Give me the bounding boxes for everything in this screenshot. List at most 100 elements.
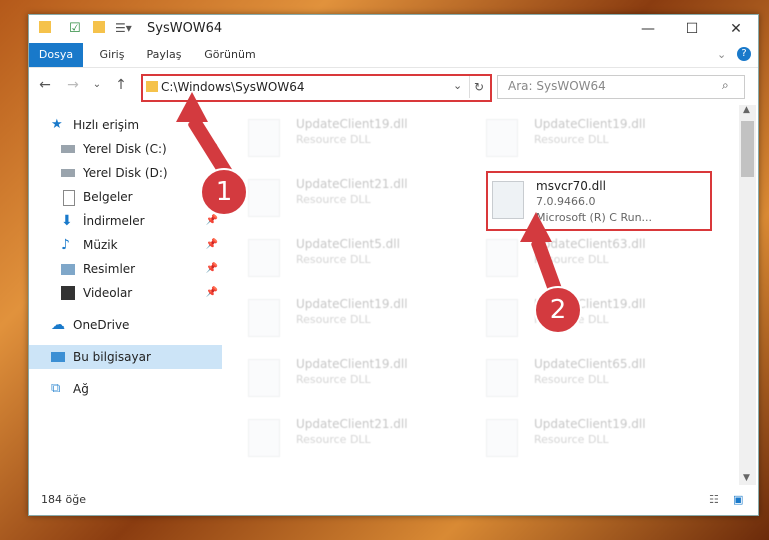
nav-label: Hızlı erişim bbox=[73, 118, 140, 132]
close-button[interactable]: ✕ bbox=[714, 15, 758, 43]
arrow-2-head bbox=[520, 212, 552, 242]
tab-file[interactable]: Dosya bbox=[29, 43, 83, 67]
scroll-down-icon[interactable]: ▼ bbox=[743, 473, 750, 483]
pin-icon[interactable]: 📌 bbox=[206, 233, 218, 257]
nav-onedrive[interactable]: ☁ OneDrive bbox=[29, 313, 222, 337]
file-name: msvcr70.dll bbox=[536, 179, 606, 193]
file-description: Resource DLL bbox=[296, 313, 371, 326]
dll-file-icon bbox=[248, 119, 280, 157]
file-description: Resource DLL bbox=[534, 433, 609, 446]
dll-file-icon bbox=[248, 419, 280, 457]
file-version: 7.0.9466.0 bbox=[536, 195, 596, 208]
details-view-icon[interactable]: ☷ bbox=[709, 493, 719, 506]
file-list: UpdateClient19.dll Resource DLL UpdateCl… bbox=[222, 105, 739, 485]
pictures-icon bbox=[61, 264, 75, 275]
pin-icon[interactable]: 📌 bbox=[206, 257, 218, 281]
title-bar: ☑ ☰▾ SysWOW64 — ☐ ✕ bbox=[29, 15, 758, 43]
file-name: UpdateClient19.dll bbox=[534, 417, 646, 431]
file-description: Resource DLL bbox=[296, 253, 371, 266]
forward-button[interactable]: → bbox=[63, 75, 83, 95]
file-item[interactable]: UpdateClient5.dll Resource DLL bbox=[222, 231, 452, 287]
dll-file-icon bbox=[248, 179, 280, 217]
file-name: UpdateClient19.dll bbox=[296, 117, 408, 131]
scrollbar-thumb[interactable] bbox=[741, 121, 754, 177]
search-box[interactable]: Ara: SysWOW64 ⌕ bbox=[497, 75, 745, 99]
folder-icon bbox=[146, 81, 158, 92]
file-item[interactable]: UpdateClient63.dll Resource DLL bbox=[460, 231, 690, 287]
file-name: UpdateClient19.dll bbox=[534, 117, 646, 131]
scroll-up-icon[interactable]: ▲ bbox=[743, 105, 750, 115]
maximize-button[interactable]: ☐ bbox=[670, 15, 714, 43]
nav-downloads[interactable]: ⬇ İndirmeler 📌 bbox=[29, 209, 222, 233]
nav-this-pc[interactable]: Bu bilgisayar bbox=[29, 345, 222, 369]
nav-label: Yerel Disk (C:) bbox=[83, 142, 167, 156]
file-name: UpdateClient19.dll bbox=[296, 357, 408, 371]
file-description: Resource DLL bbox=[296, 433, 371, 446]
nav-local-disk-d[interactable]: Yerel Disk (D:) bbox=[29, 161, 222, 185]
dll-file-icon bbox=[486, 239, 518, 277]
ribbon-expand-icon[interactable]: ⌄ bbox=[717, 48, 726, 61]
step-badge-2: 2 bbox=[534, 286, 582, 334]
nav-label: OneDrive bbox=[73, 318, 130, 332]
dll-file-icon bbox=[486, 119, 518, 157]
file-item[interactable]: UpdateClient19.dll Resource DLL bbox=[222, 351, 452, 407]
computer-icon bbox=[51, 352, 65, 362]
nav-label: Müzik bbox=[83, 238, 118, 252]
nav-label: Resimler bbox=[83, 262, 136, 276]
file-item[interactable]: UpdateClient21.dll Resource DLL bbox=[222, 411, 452, 467]
network-icon: ⧉ bbox=[51, 381, 61, 396]
nav-network[interactable]: ⧉ Ağ bbox=[29, 377, 222, 401]
dll-file-icon bbox=[486, 419, 518, 457]
drive-icon bbox=[61, 169, 75, 177]
nav-pictures[interactable]: Resimler 📌 bbox=[29, 257, 222, 281]
file-item[interactable]: UpdateClient19.dll Resource DLL bbox=[222, 291, 452, 347]
file-item[interactable]: UpdateClient19.dll Resource DLL bbox=[460, 111, 690, 167]
nav-documents[interactable]: Belgeler bbox=[29, 185, 222, 209]
file-name: UpdateClient21.dll bbox=[296, 177, 408, 191]
file-item[interactable]: UpdateClient19.dll Resource DLL bbox=[222, 111, 452, 167]
back-button[interactable]: ← bbox=[35, 75, 55, 95]
file-name: UpdateClient21.dll bbox=[296, 417, 408, 431]
dll-file-icon bbox=[486, 359, 518, 397]
nav-local-disk-c[interactable]: Yerel Disk (C:) 📌 bbox=[29, 137, 222, 161]
music-icon: ♪ bbox=[61, 237, 70, 253]
navigation-pane: ★ Hızlı erişim Yerel Disk (C:) 📌 Yerel D… bbox=[29, 105, 222, 485]
file-item[interactable]: UpdateClient19.dll Resource DLL bbox=[460, 411, 690, 467]
up-button[interactable]: ↑ bbox=[111, 75, 131, 95]
file-item[interactable]: UpdateClient65.dll Resource DLL bbox=[460, 351, 690, 407]
nav-label: Videolar bbox=[83, 286, 133, 300]
search-input[interactable]: Ara: SysWOW64 bbox=[508, 79, 606, 93]
refresh-icon[interactable]: ↻ bbox=[469, 76, 488, 98]
new-folder-icon[interactable] bbox=[93, 21, 105, 33]
help-icon[interactable]: ? bbox=[737, 47, 751, 61]
pin-icon[interactable]: 📌 bbox=[206, 281, 218, 305]
folder-icon bbox=[39, 21, 51, 33]
file-item[interactable]: UpdateClient21.dll Resource DLL bbox=[222, 171, 452, 227]
nav-videos[interactable]: Videolar 📌 bbox=[29, 281, 222, 305]
file-description: Resource DLL bbox=[534, 373, 609, 386]
video-icon bbox=[61, 286, 75, 300]
tab-home[interactable]: Giriş bbox=[89, 43, 135, 67]
customize-toolbar-icon[interactable]: ☰▾ bbox=[115, 21, 132, 35]
file-name: UpdateClient65.dll bbox=[534, 357, 646, 371]
file-description: Resource DLL bbox=[534, 133, 609, 146]
ribbon: Dosya Giriş Paylaş Görünüm ⌄ ? bbox=[29, 43, 758, 68]
arrow-1-head bbox=[176, 92, 208, 122]
search-icon[interactable]: ⌕ bbox=[722, 78, 729, 93]
star-icon: ★ bbox=[51, 117, 63, 132]
tab-view[interactable]: Görünüm bbox=[197, 43, 263, 67]
document-icon bbox=[63, 190, 75, 206]
step-badge-1: 1 bbox=[200, 168, 248, 216]
address-row: ← → ⌄ ↑ C:\Windows\SysWOW64 ⌄ ↻ Ara: Sys… bbox=[29, 71, 758, 102]
recent-locations-icon[interactable]: ⌄ bbox=[87, 75, 107, 95]
properties-icon[interactable]: ☑ bbox=[69, 21, 81, 36]
nav-music[interactable]: ♪ Müzik 📌 bbox=[29, 233, 222, 257]
address-dropdown-icon[interactable]: ⌄ bbox=[453, 79, 462, 92]
vertical-scrollbar[interactable]: ▲ ▼ bbox=[739, 105, 756, 485]
large-icons-view-icon[interactable]: ▣ bbox=[733, 493, 743, 506]
file-name: UpdateClient19.dll bbox=[296, 297, 408, 311]
tab-share[interactable]: Paylaş bbox=[139, 43, 189, 67]
explorer-window: ☑ ☰▾ SysWOW64 — ☐ ✕ Dosya Giriş Paylaş G… bbox=[28, 14, 759, 516]
minimize-button[interactable]: — bbox=[626, 15, 670, 43]
dll-file-icon bbox=[248, 239, 280, 277]
